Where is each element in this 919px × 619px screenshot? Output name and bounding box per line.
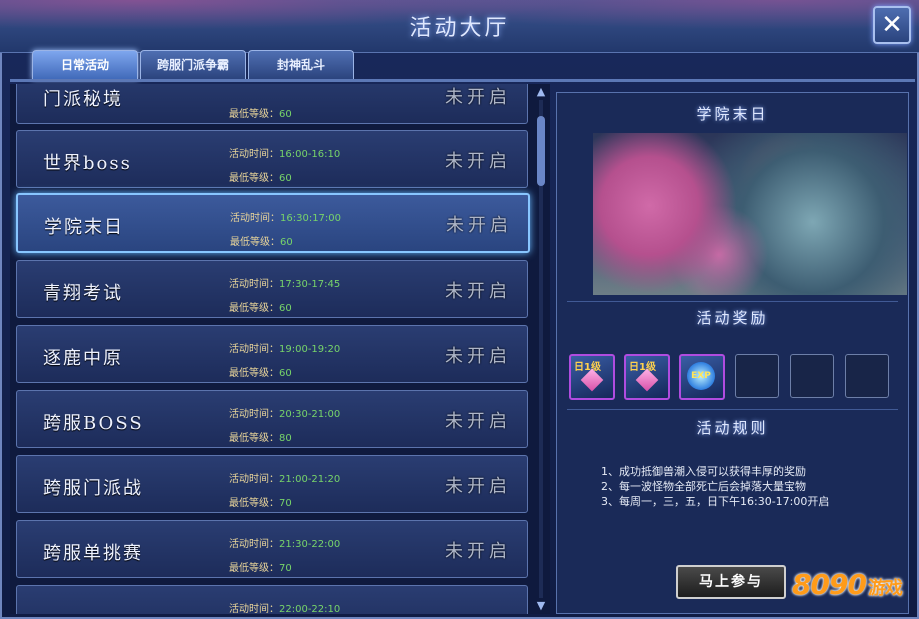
tab-fengshen-brawl[interactable]: 封神乱斗 — [248, 50, 354, 80]
event-row[interactable]: 逐鹿中原 活动时间：19:00-19:20 最低等级：60 未开启 — [16, 325, 528, 383]
window-title: 活动大厅 — [409, 16, 510, 41]
divider — [567, 301, 898, 302]
event-time: 活动时间：21:00-21:20 — [229, 474, 341, 485]
event-status: 未开启 — [445, 151, 511, 172]
event-status: 未开启 — [445, 476, 511, 497]
event-time: 活动时间：16:00-16:10 — [229, 149, 341, 160]
event-status: 未开启 — [445, 541, 511, 562]
event-row[interactable]: 青翔考试 活动时间：17:30-17:45 最低等级：60 未开启 — [16, 260, 528, 318]
reward-slot[interactable]: EXP — [679, 354, 725, 400]
event-detail-panel: 学院末日 活动奖励 日1级 日1级 EXP 活动规则 1、成功抵御兽潮入侵可以获… — [556, 92, 909, 614]
event-list-scrollbar[interactable]: ▲ ▼ — [534, 86, 548, 612]
rules-title: 活动规则 — [696, 419, 769, 437]
close-button[interactable]: ✕ — [873, 6, 911, 44]
event-list: 门派秘境 最低等级：60 未开启 世界boss 活动时间：16:00-16:10… — [10, 84, 550, 614]
scroll-up-icon[interactable]: ▲ — [534, 86, 548, 98]
event-name: 学院末日 — [44, 217, 124, 238]
event-name: 逐鹿中原 — [43, 348, 123, 369]
reward-slot-empty — [845, 354, 889, 398]
scroll-thumb[interactable] — [537, 116, 545, 186]
event-status: 未开启 — [445, 346, 511, 367]
event-name: 世界boss — [43, 153, 132, 174]
event-row[interactable]: 跨服BOSS 活动时间：20:30-21:00 最低等级：80 未开启 — [16, 390, 528, 448]
divider — [567, 409, 898, 410]
event-level: 最低等级：80 — [229, 433, 292, 444]
event-row[interactable]: 门派秘境 最低等级：60 未开启 — [16, 84, 528, 124]
tab-daily[interactable]: 日常活动 — [32, 50, 138, 80]
event-row[interactable]: 活动时间：22:00-22:10 — [16, 585, 528, 614]
rule-line: 3、每周一，三，五，日下午16:30-17:00开启 — [601, 495, 830, 508]
event-level: 最低等级：60 — [229, 303, 292, 314]
event-name: 门派秘境 — [43, 89, 123, 110]
event-row-selected[interactable]: 学院末日 活动时间：16:30:17:00 最低等级：60 未开启 — [16, 193, 530, 253]
rule-line: 2、每一波怪物全部死亡后会掉落大量宝物 — [601, 480, 806, 493]
event-level: 最低等级：70 — [229, 563, 292, 574]
event-row[interactable]: 跨服门派战 活动时间：21:00-21:20 最低等级：70 未开启 — [16, 455, 528, 513]
event-name: 青翔考试 — [43, 283, 123, 304]
tab-divider — [10, 79, 915, 82]
event-level: 最低等级：60 — [229, 173, 292, 184]
tab-cross-server-faction[interactable]: 跨服门派争霸 — [140, 50, 246, 80]
event-time: 活动时间：16:30:17:00 — [230, 213, 342, 224]
event-status: 未开启 — [445, 87, 511, 108]
exp-orb-icon: EXP — [687, 362, 715, 390]
event-time: 活动时间：20:30-21:00 — [229, 409, 341, 420]
event-status: 未开启 — [446, 215, 512, 236]
detail-title: 学院末日 — [696, 105, 769, 123]
event-preview-image — [593, 133, 907, 295]
event-row[interactable]: 世界boss 活动时间：16:00-16:10 最低等级：60 未开启 — [16, 130, 528, 188]
join-now-button[interactable]: 马上参与 — [676, 565, 786, 599]
event-level: 最低等级：70 — [229, 498, 292, 509]
event-name: 跨服BOSS — [43, 413, 144, 434]
event-row[interactable]: 跨服单挑赛 活动时间：21:30-22:00 最低等级：70 未开启 — [16, 520, 528, 578]
reward-title: 活动奖励 — [696, 309, 769, 327]
event-time: 活动时间：17:30-17:45 — [229, 279, 341, 290]
event-time: 活动时间：21:30-22:00 — [229, 539, 341, 550]
reward-slot-empty — [735, 354, 779, 398]
event-level: 最低等级：60 — [229, 109, 292, 120]
event-name: 跨服单挑赛 — [43, 543, 143, 564]
rule-line: 1、成功抵御兽潮入侵可以获得丰厚的奖励 — [601, 465, 806, 478]
event-level: 最低等级：60 — [229, 368, 292, 379]
scroll-down-icon[interactable]: ▼ — [534, 600, 548, 612]
reward-slot-empty — [790, 354, 834, 398]
event-time: 活动时间：22:00-22:10 — [229, 604, 341, 614]
close-icon: ✕ — [881, 10, 903, 40]
event-level: 最低等级：60 — [230, 237, 293, 248]
event-status: 未开启 — [445, 281, 511, 302]
reward-slot[interactable]: 日1级 — [624, 354, 670, 400]
event-status: 未开启 — [445, 411, 511, 432]
rules-text: 1、成功抵御兽潮入侵可以获得丰厚的奖励 2、每一波怪物全部死亡后会掉落大量宝物 … — [601, 464, 829, 509]
watermark-logo: 8090 游戏 — [792, 568, 903, 601]
event-name: 跨服门派战 — [43, 478, 143, 499]
reward-slot[interactable]: 日1级 — [569, 354, 615, 400]
event-time: 活动时间：19:00-19:20 — [229, 344, 341, 355]
